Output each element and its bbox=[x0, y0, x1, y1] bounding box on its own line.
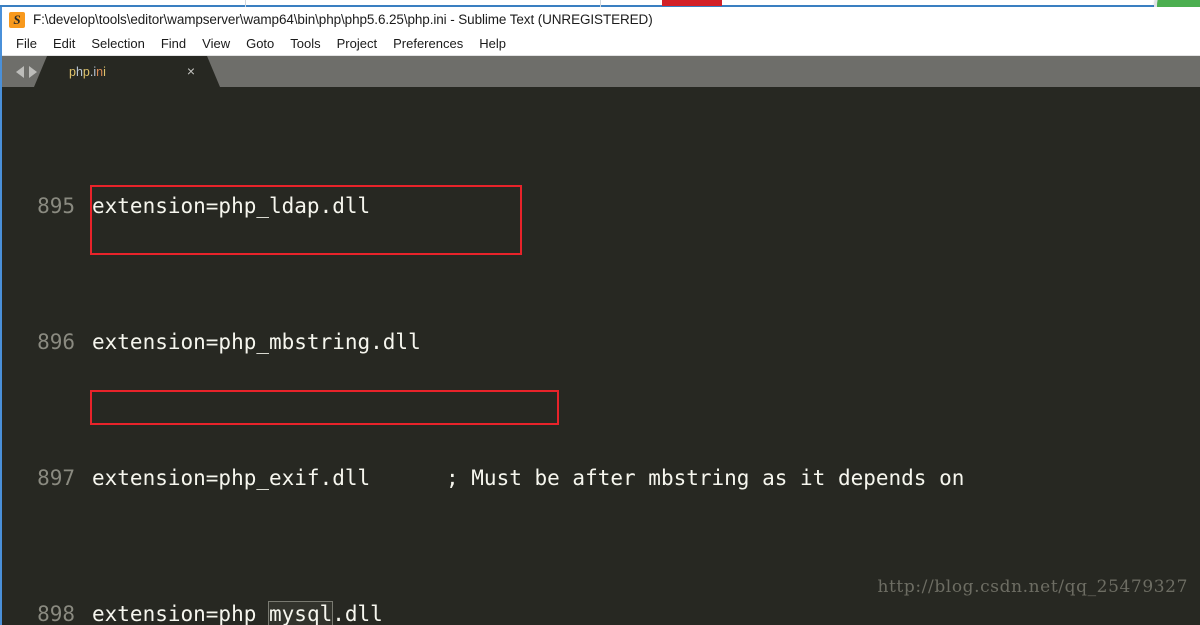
code-row[interactable]: 897 extension=php_exif.dll ; Must be aft… bbox=[2, 461, 1200, 495]
menu-item-help[interactable]: Help bbox=[471, 34, 514, 53]
background-window-strip bbox=[0, 0, 1200, 7]
arrow-left-icon[interactable] bbox=[16, 65, 24, 78]
menu-item-project[interactable]: Project bbox=[329, 34, 385, 53]
line-text[interactable]: extension=php_exif.dll ; Must be after m… bbox=[86, 461, 1200, 495]
line-text-pre: extension=php_ bbox=[92, 602, 270, 625]
background-active-tab-indicator bbox=[662, 0, 722, 6]
selected-word[interactable]: mysql bbox=[268, 601, 334, 625]
background-tab-divider-1 bbox=[245, 0, 246, 7]
code-editor[interactable]: 895 extension=php_ldap.dll 896 extension… bbox=[2, 87, 1200, 625]
sublime-text-window: F:\develop\tools\editor\wampserver\wamp6… bbox=[0, 7, 1200, 625]
menu-item-view[interactable]: View bbox=[194, 34, 238, 53]
menu-item-find[interactable]: Find bbox=[153, 34, 194, 53]
line-text-post: .dll bbox=[332, 602, 383, 625]
line-text[interactable]: extension=php_ldap.dll bbox=[86, 189, 1200, 223]
background-tab-divider-2 bbox=[600, 0, 601, 7]
tab-label: php.ini bbox=[69, 64, 106, 79]
menu-item-preferences[interactable]: Preferences bbox=[385, 34, 471, 53]
sublime-text-icon bbox=[9, 11, 25, 28]
line-number: 896 bbox=[37, 330, 75, 354]
line-number: 898 bbox=[37, 602, 75, 625]
code-lines: 895 extension=php_ldap.dll 896 extension… bbox=[2, 87, 1200, 625]
code-row[interactable]: 898 extension=php_mysql.dll bbox=[2, 597, 1200, 625]
code-row[interactable]: 895 extension=php_ldap.dll bbox=[2, 189, 1200, 223]
window-title: F:\develop\tools\editor\wampserver\wamp6… bbox=[33, 12, 653, 27]
menu-item-tools[interactable]: Tools bbox=[282, 34, 328, 53]
watermark-url: http://blog.csdn.net/qq_25479327 bbox=[877, 577, 1188, 597]
screenshot-root: F:\develop\tools\editor\wampserver\wamp6… bbox=[0, 0, 1200, 625]
tab-bar: php.ini × bbox=[2, 56, 1200, 87]
menu-item-selection[interactable]: Selection bbox=[83, 34, 152, 53]
line-text[interactable]: extension=php_mysql.dll bbox=[86, 597, 1200, 625]
close-icon[interactable]: × bbox=[187, 63, 195, 79]
code-row[interactable]: 896 extension=php_mbstring.dll bbox=[2, 325, 1200, 359]
menu-bar: File Edit Selection Find View Goto Tools… bbox=[2, 32, 1200, 56]
line-number: 897 bbox=[37, 466, 75, 490]
line-number: 895 bbox=[37, 194, 75, 218]
menu-item-file[interactable]: File bbox=[8, 34, 45, 53]
line-text[interactable]: extension=php_mbstring.dll bbox=[86, 325, 1200, 359]
tab-php-ini[interactable]: php.ini × bbox=[34, 56, 220, 87]
title-bar: F:\develop\tools\editor\wampserver\wamp6… bbox=[2, 7, 1200, 32]
menu-item-edit[interactable]: Edit bbox=[45, 34, 83, 53]
menu-item-goto[interactable]: Goto bbox=[238, 34, 282, 53]
